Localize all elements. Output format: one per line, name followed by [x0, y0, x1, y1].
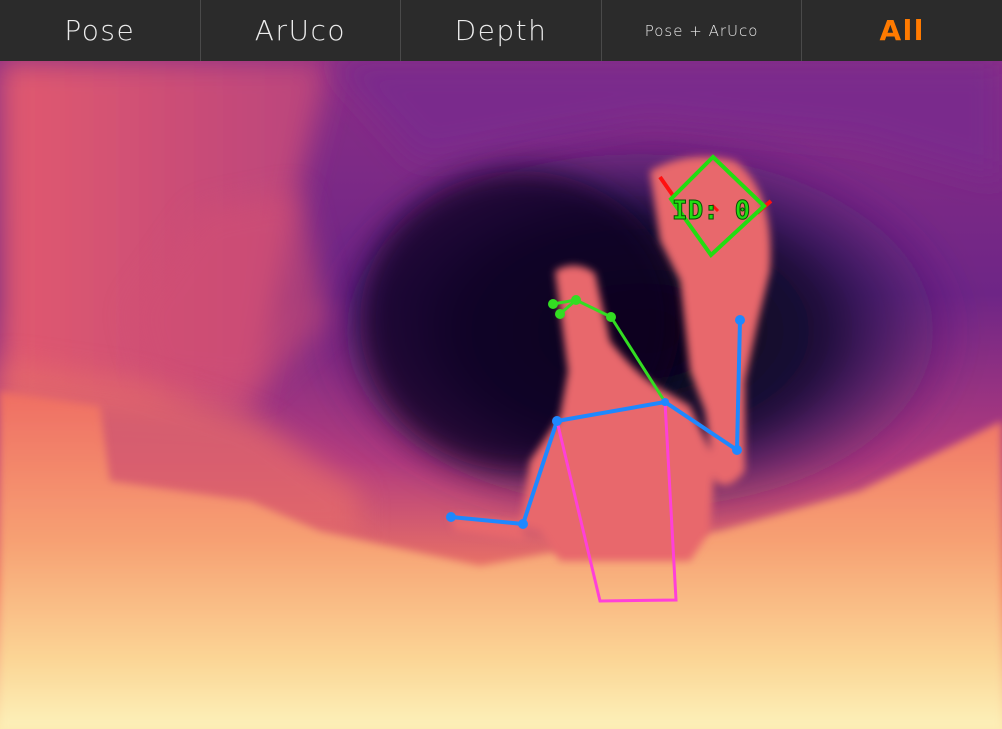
- tab-pose[interactable]: Pose: [0, 0, 201, 61]
- depth-view: ID: 0: [0, 61, 1002, 729]
- tab-all[interactable]: All: [802, 0, 1002, 61]
- tab-depth[interactable]: Depth: [401, 0, 602, 61]
- camera-viewport: ID: 0: [0, 61, 1002, 729]
- marker-id-label: ID: 0: [672, 196, 750, 226]
- app-window: Pose ArUco Depth Pose + ArUco All ID: 0: [0, 0, 1002, 729]
- tab-aruco[interactable]: ArUco: [201, 0, 402, 61]
- tab-pose-aruco[interactable]: Pose + ArUco: [602, 0, 803, 61]
- view-mode-tabbar: Pose ArUco Depth Pose + ArUco All: [0, 0, 1002, 61]
